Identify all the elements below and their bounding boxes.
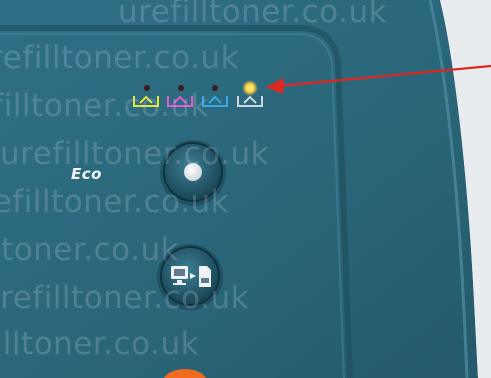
eco-label: Eco [71, 165, 102, 183]
yellow-toner-led [144, 85, 150, 91]
cyan-toner-led [212, 85, 218, 91]
panel-surface [0, 0, 478, 378]
printer-panel-graphic [0, 0, 491, 378]
eco-button[interactable] [160, 140, 226, 206]
magenta-toner-led [178, 85, 184, 91]
print-screen-button[interactable] [157, 244, 223, 310]
eco-button-dot [184, 163, 202, 181]
printer-panel-photo: Eco urefilltoner.co.uk urefilltoner.co.u… [0, 0, 491, 378]
